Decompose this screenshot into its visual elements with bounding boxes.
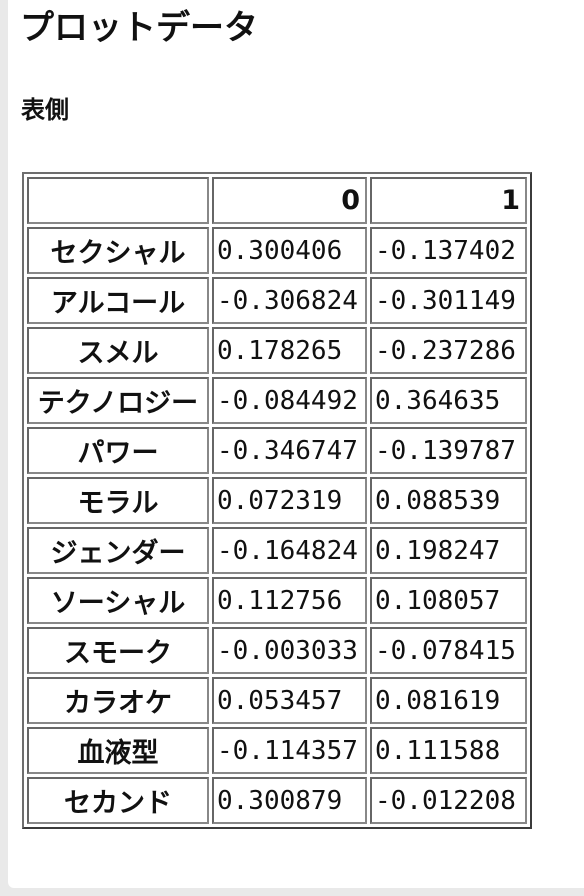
column-header-1: 1 bbox=[370, 177, 527, 224]
value-cell-1: -0.078415 bbox=[370, 627, 527, 674]
row-label: パワー bbox=[27, 427, 209, 474]
table-row: テクノロジー -0.084492 0.364635 bbox=[27, 377, 527, 424]
table-row: ジェンダー -0.164824 0.198247 bbox=[27, 527, 527, 574]
row-label: モラル bbox=[27, 477, 209, 524]
table-row: カラオケ 0.053457 0.081619 bbox=[27, 677, 527, 724]
value-cell-1: -0.012208 bbox=[370, 777, 527, 824]
page-title: プロットデータ bbox=[20, 8, 258, 48]
value-cell-0: 0.178265 bbox=[212, 327, 367, 374]
row-label: セカンド bbox=[27, 777, 209, 824]
table-row: スメル 0.178265 -0.237286 bbox=[27, 327, 527, 374]
value-cell-1: -0.237286 bbox=[370, 327, 527, 374]
value-cell-0: 0.112756 bbox=[212, 577, 367, 624]
row-label: ソーシャル bbox=[27, 577, 209, 624]
content-panel: プロットデータ 表側 0 1 セクシャル 0.300406 -0.137402 アルコ… bbox=[8, 0, 584, 888]
row-label: カラオケ bbox=[27, 677, 209, 724]
value-cell-0: -0.306824 bbox=[212, 277, 367, 324]
table-header-row: 0 1 bbox=[27, 177, 527, 224]
table-body: セクシャル 0.300406 -0.137402 アルコール -0.306824 -0.3… bbox=[27, 227, 527, 824]
value-cell-1: 0.364635 bbox=[370, 377, 527, 424]
value-cell-1: -0.137402 bbox=[370, 227, 527, 274]
row-label: セクシャル bbox=[27, 227, 209, 274]
row-label: スモーク bbox=[27, 627, 209, 674]
value-cell-0: 0.053457 bbox=[212, 677, 367, 724]
row-label: アルコール bbox=[27, 277, 209, 324]
row-label: ジェンダー bbox=[27, 527, 209, 574]
table-row: モラル 0.072319 0.088539 bbox=[27, 477, 527, 524]
row-label: 血液型 bbox=[27, 727, 209, 774]
table-row: セクシャル 0.300406 -0.137402 bbox=[27, 227, 527, 274]
value-cell-1: -0.139787 bbox=[370, 427, 527, 474]
table-row: スモーク -0.003033 -0.078415 bbox=[27, 627, 527, 674]
plot-data-table: 0 1 セクシャル 0.300406 -0.137402 アルコール -0.306824… bbox=[22, 172, 532, 829]
value-cell-1: 0.108057 bbox=[370, 577, 527, 624]
value-cell-1: -0.301149 bbox=[370, 277, 527, 324]
value-cell-1: 0.111588 bbox=[370, 727, 527, 774]
table-row: 血液型 -0.114357 0.111588 bbox=[27, 727, 527, 774]
value-cell-0: 0.072319 bbox=[212, 477, 367, 524]
table-row: ソーシャル 0.112756 0.108057 bbox=[27, 577, 527, 624]
row-label: スメル bbox=[27, 327, 209, 374]
column-header-0: 0 bbox=[212, 177, 367, 224]
value-cell-0: 0.300879 bbox=[212, 777, 367, 824]
value-cell-0: -0.346747 bbox=[212, 427, 367, 474]
value-cell-0: -0.003033 bbox=[212, 627, 367, 674]
value-cell-0: -0.164824 bbox=[212, 527, 367, 574]
value-cell-1: 0.081619 bbox=[370, 677, 527, 724]
value-cell-0: -0.084492 bbox=[212, 377, 367, 424]
section-title: 表側 bbox=[21, 96, 69, 124]
table-row: パワー -0.346747 -0.139787 bbox=[27, 427, 527, 474]
table-row: アルコール -0.306824 -0.301149 bbox=[27, 277, 527, 324]
value-cell-1: 0.088539 bbox=[370, 477, 527, 524]
value-cell-1: 0.198247 bbox=[370, 527, 527, 574]
row-label: テクノロジー bbox=[27, 377, 209, 424]
corner-header-cell bbox=[27, 177, 209, 224]
table-row: セカンド 0.300879 -0.012208 bbox=[27, 777, 527, 824]
value-cell-0: -0.114357 bbox=[212, 727, 367, 774]
value-cell-0: 0.300406 bbox=[212, 227, 367, 274]
